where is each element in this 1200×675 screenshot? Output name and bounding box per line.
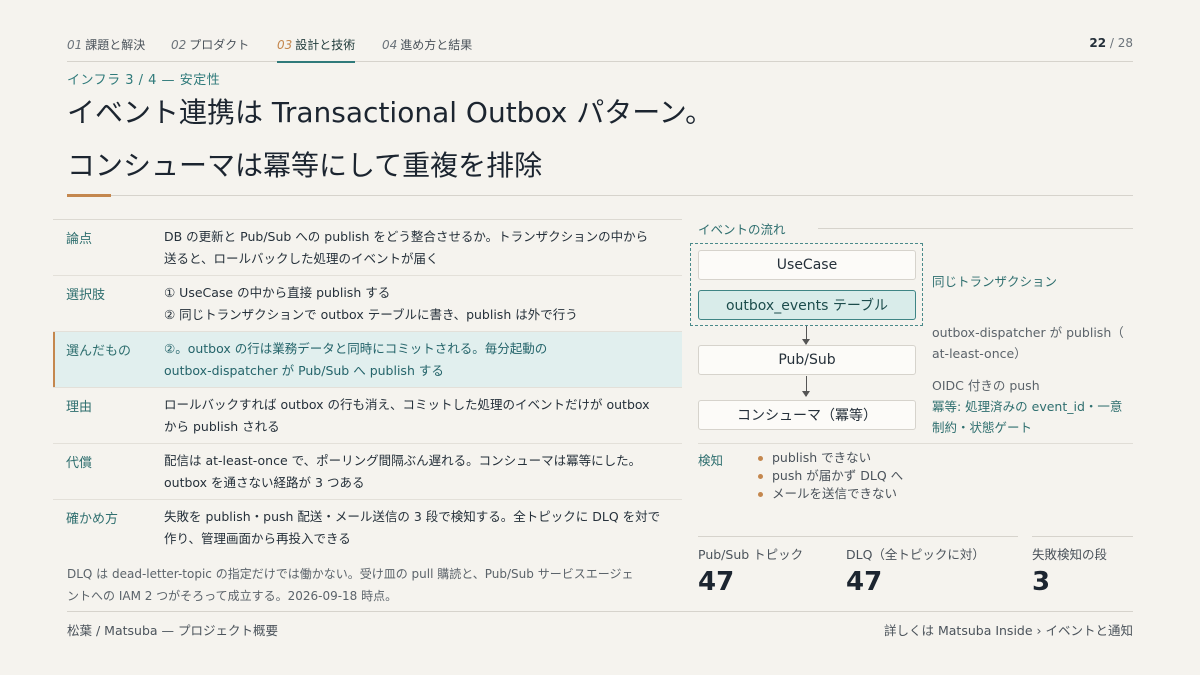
stat-label: Pub/Sub トピック bbox=[698, 547, 804, 562]
title-line-2: コンシューマは冪等にして重複を排除 bbox=[67, 149, 543, 182]
row-text: DB の更新と Pub/Sub への publish をどう整合させるか。トラン… bbox=[164, 226, 682, 270]
top-nav: 01 課題と解決 02 プロダクト 03 設計と技術 04 進め方と結果 22 / 28 bbox=[67, 36, 1133, 63]
tab-number: 01 bbox=[67, 38, 83, 52]
table-row-options: 選択肢 ① UseCase の中から直接 publish する ② 同じトランザク… bbox=[53, 276, 682, 332]
row-text-line: 送ると、ロールバックした処理のイベントが届く bbox=[164, 251, 439, 266]
stat-label: DLQ（全トピックに対） bbox=[846, 547, 985, 562]
row-label: 確かめ方 bbox=[66, 512, 119, 527]
stat-topics: Pub/Sub トピック 47 bbox=[698, 536, 853, 597]
footnote: DLQ は dead-letter-topic の指定だけでは働かない。受け皿の… bbox=[67, 563, 687, 607]
table-row-chosen: 選んだもの ②。outbox の行は業務データと同時にコミットされる。毎分起動の… bbox=[53, 332, 682, 388]
detect-divider bbox=[698, 443, 1133, 444]
decision-table: 論点 DB の更新と Pub/Sub への publish をどう整合させるか。… bbox=[53, 219, 682, 555]
stat-label: 失敗検知の段 bbox=[1032, 547, 1108, 562]
tab-product[interactable]: 02 プロダクト bbox=[171, 36, 249, 62]
title-accent-bar bbox=[67, 194, 111, 197]
annotation-dispatcher: outbox-dispatcher が publish（ at-least-on… bbox=[932, 322, 1124, 364]
flow-box-usecase: UseCase bbox=[698, 250, 916, 280]
page-title: イベント連携は Transactional Outbox パターン。 コンシュー… bbox=[67, 86, 1127, 192]
row-text-line: outbox-dispatcher が Pub/Sub へ publish する bbox=[164, 363, 444, 378]
page-current: 22 bbox=[1089, 36, 1107, 50]
footer-project-name: 松葉 / Matsuba — プロジェクト概要 bbox=[67, 623, 278, 638]
row-label: 論点 bbox=[66, 232, 93, 247]
row-text-line: DB の更新と Pub/Sub への publish をどう整合させるか。トラン… bbox=[164, 229, 649, 244]
row-label: 選んだもの bbox=[66, 344, 132, 359]
tab-number: 03 bbox=[277, 38, 293, 52]
table-row-tradeoff: 代償 配信は at-least-once で、ポーリング間隔ぶん遅れる。コンシュ… bbox=[53, 444, 682, 500]
footnote-line: DLQ は dead-letter-topic の指定だけでは働かない。受け皿の… bbox=[67, 567, 634, 581]
title-divider bbox=[111, 195, 1133, 196]
tab-design-tech[interactable]: 03 設計と技術 bbox=[277, 36, 356, 63]
title-line-1: イベント連携は Transactional Outbox パターン。 bbox=[67, 96, 714, 129]
tab-label: プロダクト bbox=[189, 38, 250, 52]
list-item: push が届かず DLQ へ bbox=[758, 467, 903, 485]
row-text-line: outbox を通さない経路が 3 つある bbox=[164, 475, 365, 490]
row-text-line: 失敗を publish・push 配送・メール送信の 3 段で検知する。全トピッ… bbox=[164, 509, 661, 524]
annotation-line: 制約・状態ゲート bbox=[932, 420, 1033, 435]
annotation-line: at-least-once） bbox=[932, 346, 1027, 361]
annotation-consumer: OIDC 付きの push 冪等: 処理済みの event_id・一意 制約・状… bbox=[932, 375, 1122, 438]
table-row-issue: 論点 DB の更新と Pub/Sub への publish をどう整合させるか。… bbox=[53, 220, 682, 276]
row-text: ロールバックすれば outbox の行も消え、コミットした処理のイベントだけが … bbox=[164, 394, 682, 438]
flow-heading-rule bbox=[818, 228, 1133, 229]
footnote-line: ントへの IAM 2 つがそろって成立する。2026-09-18 時点。 bbox=[67, 589, 398, 603]
tab-problem-solution[interactable]: 01 課題と解決 bbox=[67, 36, 145, 62]
detect-list: publish できない push が届かず DLQ へ メールを送信できない bbox=[758, 449, 903, 503]
annotation-same-transaction: 同じトランザクション bbox=[932, 274, 1058, 289]
annotation-line: OIDC 付きの push bbox=[932, 378, 1040, 393]
page-separator: / bbox=[1106, 36, 1118, 50]
arrow-down-icon bbox=[802, 326, 810, 345]
row-text: ① UseCase の中から直接 publish する ② 同じトランザクションで… bbox=[164, 282, 682, 326]
tab-number: 02 bbox=[171, 38, 187, 52]
row-text-line: 作り、管理画面から再投入できる bbox=[164, 531, 351, 546]
footer-divider bbox=[67, 611, 1133, 612]
list-item: publish できない bbox=[758, 449, 903, 467]
tab-process-results[interactable]: 04 進め方と結果 bbox=[382, 36, 472, 62]
row-text-line: 配信は at-least-once で、ポーリング間隔ぶん遅れる。コンシューマは… bbox=[164, 453, 642, 468]
detect-label: 検知 bbox=[698, 453, 724, 468]
tab-number: 04 bbox=[382, 38, 398, 52]
row-text-line: ② 同じトランザクションで outbox テーブルに書き、publish は外で… bbox=[164, 307, 578, 322]
row-label: 選択肢 bbox=[66, 288, 106, 303]
list-item: メールを送信できない bbox=[758, 485, 903, 503]
flow-box-pubsub: Pub/Sub bbox=[698, 345, 916, 375]
annotation-line: outbox-dispatcher が publish（ bbox=[932, 325, 1124, 340]
annotation-line: 冪等: 処理済みの event_id・一意 bbox=[932, 399, 1123, 414]
arrow-down-icon bbox=[802, 376, 810, 397]
flow-box-outbox-table: outbox_events テーブル bbox=[698, 290, 916, 320]
row-label: 理由 bbox=[66, 400, 93, 415]
tab-label: 課題と解決 bbox=[85, 38, 146, 52]
flow-box-consumer: コンシューマ（冪等） bbox=[698, 400, 916, 430]
stat-value: 3 bbox=[1032, 567, 1051, 597]
stat-value: 47 bbox=[846, 567, 883, 597]
row-text: 失敗を publish・push 配送・メール送信の 3 段で検知する。全トピッ… bbox=[164, 506, 682, 550]
stat-dlq: DLQ（全トピックに対） 47 bbox=[846, 536, 1018, 597]
flow-heading: イベントの流れ bbox=[698, 222, 786, 237]
stat-value: 47 bbox=[698, 567, 735, 597]
page-indicator: 22 / 28 bbox=[1089, 36, 1133, 50]
row-text-line: ②。outbox の行は業務データと同時にコミットされる。毎分起動の bbox=[164, 341, 548, 356]
row-text: ②。outbox の行は業務データと同時にコミットされる。毎分起動の outbox… bbox=[164, 338, 682, 382]
tab-label: 設計と技術 bbox=[295, 38, 356, 52]
row-label: 代償 bbox=[66, 456, 93, 471]
table-row-reason: 理由 ロールバックすれば outbox の行も消え、コミットした処理のイベントだ… bbox=[53, 388, 682, 444]
row-text-line: ① UseCase の中から直接 publish する bbox=[164, 285, 391, 300]
footer-more-link[interactable]: 詳しくは Matsuba Inside › イベントと通知 bbox=[884, 620, 1133, 639]
row-text-line: ロールバックすれば outbox の行も消え、コミットした処理のイベントだけが … bbox=[164, 397, 650, 412]
table-row-verification: 確かめ方 失敗を publish・push 配送・メール送信の 3 段で検知する… bbox=[53, 500, 682, 555]
stat-detect-stages: 失敗検知の段 3 bbox=[1032, 536, 1133, 597]
tab-label: 進め方と結果 bbox=[400, 38, 473, 52]
page-total: 28 bbox=[1117, 36, 1133, 50]
row-text-line: から publish される bbox=[164, 419, 280, 434]
row-text: 配信は at-least-once で、ポーリング間隔ぶん遅れる。コンシューマは… bbox=[164, 450, 682, 494]
